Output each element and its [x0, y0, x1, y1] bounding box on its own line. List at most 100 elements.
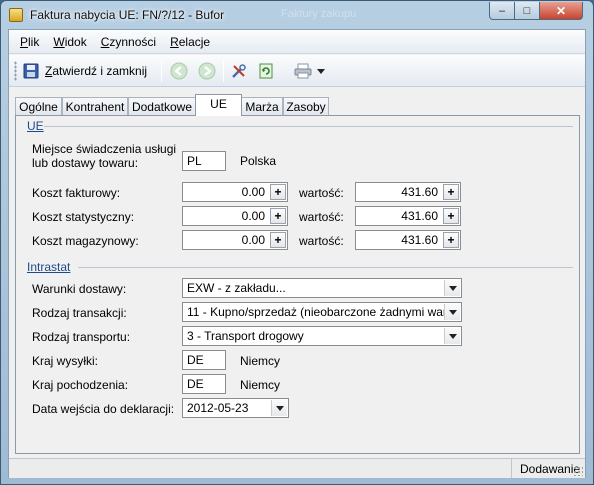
menu-plik[interactable]: Plik	[13, 35, 46, 49]
close-button[interactable]: ✕	[539, 2, 583, 20]
invoice-cost-input[interactable]: 0.00 +	[182, 182, 288, 202]
invoice-cost-total: 431.60	[401, 185, 438, 199]
delivery-terms-label: Warunki dostawy:	[32, 282, 127, 296]
invoice-cost-calc-button[interactable]: +	[270, 184, 286, 200]
warehouse-cost-input[interactable]: 0.00 +	[182, 230, 288, 250]
toolbar-separator	[161, 60, 162, 82]
transport-type-select[interactable]: 3 - Transport drogowy	[182, 326, 462, 346]
transaction-type-dropdown-button[interactable]	[444, 304, 460, 320]
minimize-button[interactable]: –	[489, 2, 515, 20]
invoice-cost-value: 0.00	[241, 185, 265, 199]
statistical-cost-input[interactable]: 0.00 +	[182, 206, 288, 226]
transport-type-dropdown-button[interactable]	[444, 328, 460, 344]
client-area: Plik Widok Czynności Relacje Zatwierdź i…	[8, 29, 586, 478]
back-button[interactable]	[170, 60, 188, 82]
resize-grip-icon[interactable]	[573, 466, 583, 476]
save-and-close-label: Zatwierdź i zamknij	[45, 64, 147, 78]
toolbar-separator	[223, 60, 224, 82]
invoice-cost-total-input[interactable]: 431.60 +	[355, 182, 461, 202]
menu-plik-hotkey: P	[20, 34, 29, 49]
status-bar: Dodawanie	[9, 458, 585, 478]
origin-country-name: Niemcy	[240, 378, 281, 392]
ue-section-divider	[44, 126, 573, 127]
warehouse-cost-total-input[interactable]: 431.60 +	[355, 230, 461, 250]
delivery-terms-dropdown-button[interactable]	[444, 280, 460, 296]
statistical-cost-total-input[interactable]: 431.60 +	[355, 206, 461, 226]
statistical-cost-label: Koszt statystyczny:	[32, 210, 135, 224]
declaration-date-label: Data wejścia do deklaracji:	[32, 402, 175, 416]
refresh-button[interactable]	[258, 60, 274, 82]
close-icon: ✕	[555, 3, 567, 18]
statistical-cost-value: 0.00	[241, 209, 265, 223]
delivery-terms-value: EXW - z zakładu...	[187, 281, 286, 295]
transaction-type-label: Rodzaj transakcji:	[32, 306, 127, 320]
statistical-cost-calc-button[interactable]: +	[270, 208, 286, 224]
tab-dodatkowe[interactable]: Dodatkowe	[128, 97, 196, 115]
invoice-cost-label: Koszt fakturowy:	[32, 186, 121, 200]
tab-zasoby[interactable]: Zasoby	[283, 97, 329, 115]
statistical-cost-total: 431.60	[401, 209, 438, 223]
dropdown-arrow-icon[interactable]	[316, 66, 326, 76]
menu-widok[interactable]: Widok	[46, 35, 93, 49]
menu-czynnosci[interactable]: Czynności	[94, 35, 163, 49]
warehouse-cost-total-calc-button[interactable]: +	[443, 232, 459, 248]
minimize-icon: –	[498, 4, 506, 17]
maximize-icon: □	[523, 4, 531, 17]
menu-relacje-label: elacje	[178, 34, 211, 49]
tab-ogolne[interactable]: Ogólne	[15, 97, 62, 115]
warehouse-cost-total: 431.60	[401, 233, 438, 247]
warehouse-cost-value-label: wartość:	[299, 234, 344, 248]
transport-type-value: 3 - Transport drogowy	[187, 329, 304, 343]
toolbar: Zatwierdź i zamknij	[9, 55, 585, 87]
menu-relacje-hotkey: R	[170, 34, 179, 49]
save-and-close-button[interactable]: Zatwierdź i zamknij	[23, 60, 147, 82]
warehouse-cost-calc-button[interactable]: +	[270, 232, 286, 248]
declaration-date-value: 2012-05-23	[187, 401, 249, 415]
maximize-button[interactable]: □	[514, 2, 540, 20]
transaction-type-select[interactable]: 11 - Kupno/sprzedaż (nieobarczone żadnym…	[182, 302, 462, 322]
intrastat-section-divider	[78, 267, 573, 268]
tools-icon	[232, 64, 246, 78]
place-of-supply-country-name: Polska	[240, 154, 277, 168]
tab-marza[interactable]: Marża	[241, 97, 283, 115]
ue-section-title: UE	[27, 119, 44, 133]
tools-button[interactable]	[231, 60, 247, 82]
transaction-type-value: 11 - Kupno/sprzedaż (nieobarczone żadnym…	[187, 305, 462, 319]
title-bar[interactable]: Faktura nabycia UE: FN/?/12 - Bufor Fakt…	[1, 1, 593, 29]
dispatch-country-name: Niemcy	[240, 354, 281, 368]
place-of-supply-code-input[interactable]: PL	[182, 151, 226, 171]
toolbar-grip[interactable]	[14, 61, 17, 81]
origin-country-code-input[interactable]: DE	[182, 374, 226, 394]
save-label-rest: atwierdź i zamknij	[52, 64, 148, 78]
dispatch-country-code-input[interactable]: DE	[182, 350, 226, 370]
delivery-terms-select[interactable]: EXW - z zakładu...	[182, 278, 462, 298]
menu-widok-label: idok	[64, 34, 87, 49]
back-icon	[170, 62, 188, 80]
invoice-cost-value-label: wartość:	[299, 186, 344, 200]
warehouse-cost-value: 0.00	[241, 233, 265, 247]
transport-type-label: Rodzaj transportu:	[32, 330, 131, 344]
chevron-down-icon	[448, 309, 457, 315]
statistical-cost-total-calc-button[interactable]: +	[443, 208, 459, 224]
chevron-down-icon	[275, 405, 284, 411]
ue-tab-panel: UE Miejsce świadczenia usługi lub dostaw…	[15, 115, 580, 454]
place-of-supply-label-line2: lub dostawy towaru:	[32, 156, 139, 170]
menu-czynnosci-label: zynności	[109, 34, 157, 49]
menu-relacje[interactable]: Relacje	[163, 35, 217, 49]
refresh-icon	[259, 63, 273, 79]
forward-button[interactable]	[198, 60, 216, 82]
app-window: Faktura nabycia UE: FN/?/12 - Bufor Fakt…	[0, 0, 594, 485]
print-button[interactable]	[294, 60, 326, 82]
declaration-date-dropdown-button[interactable]	[271, 400, 287, 416]
declaration-date-picker[interactable]: 2012-05-23	[182, 398, 289, 418]
origin-country-label: Kraj pochodzenia:	[32, 378, 129, 392]
print-icon	[294, 63, 312, 79]
chevron-down-icon	[448, 285, 457, 291]
place-of-supply-label-line1: Miejsce świadczenia usługi	[32, 142, 177, 156]
tab-kontrahent[interactable]: Kontrahent	[62, 97, 128, 115]
menu-plik-label: lik	[28, 34, 40, 49]
chevron-down-icon	[448, 333, 457, 339]
tab-ue[interactable]: UE	[195, 94, 242, 116]
invoice-cost-total-calc-button[interactable]: +	[443, 184, 459, 200]
menu-widok-hotkey: W	[53, 34, 65, 49]
